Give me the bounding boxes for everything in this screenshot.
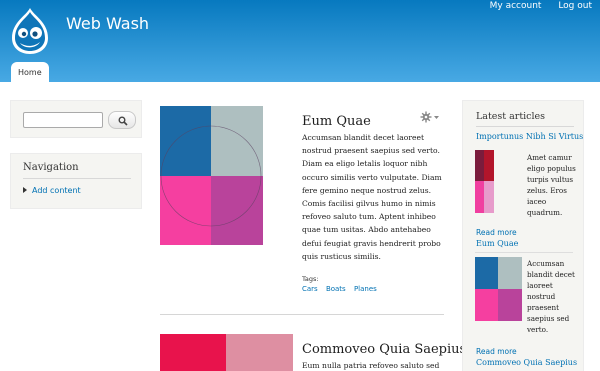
tag-link[interactable]: Planes — [354, 285, 377, 293]
search-block — [10, 100, 142, 138]
image-quadrant — [484, 181, 494, 213]
image-quadrant — [498, 257, 522, 289]
article-image[interactable] — [160, 106, 263, 245]
article-body: Accumsan blandit decet laoreet nostrud p… — [302, 133, 442, 261]
latest-articles-block: Latest articles Importunus Nibh Si Virtu… — [462, 100, 584, 371]
secondary-menu: My account Log out — [476, 1, 592, 11]
image-quadrant — [226, 334, 293, 371]
drupal-logo-icon[interactable] — [8, 6, 52, 56]
tag-link[interactable]: Cars — [302, 285, 318, 293]
divider — [160, 314, 444, 315]
search-input[interactable] — [23, 112, 103, 128]
site-header: Web Wash My account Log out Home — [0, 0, 600, 82]
latest-article-teaser: Amet camur eligo populus turpis vultus z… — [527, 153, 576, 217]
search-button[interactable] — [108, 111, 136, 129]
latest-article-teaser: Accumsan blandit decet laoreet nostrud p… — [527, 259, 575, 334]
navigation-title: Navigation — [23, 162, 79, 173]
latest-article-thumbnail[interactable] — [475, 150, 494, 213]
divider — [476, 126, 574, 127]
divider — [475, 252, 573, 253]
image-circle-overlay — [160, 125, 262, 227]
image-quadrant — [484, 150, 494, 181]
tags-label: Tags: — [302, 275, 319, 283]
image-quadrant — [475, 257, 498, 289]
site-name[interactable]: Web Wash — [66, 14, 149, 33]
tags-list: Cars Boats Planes — [302, 285, 383, 293]
tab-home[interactable]: Home — [11, 62, 49, 82]
article-body: Eum nulla patria refoveo saluto sed — [302, 361, 440, 370]
image-quadrant — [498, 289, 522, 321]
tag-link[interactable]: Boats — [326, 285, 346, 293]
latest-article-link[interactable]: Eum Quae — [476, 239, 518, 248]
latest-articles-title: Latest articles — [476, 111, 546, 122]
chevron-down-icon — [434, 116, 439, 119]
bullet-arrow-icon — [23, 187, 27, 193]
read-more-link[interactable]: Read more — [476, 228, 517, 237]
image-quadrant — [475, 289, 498, 321]
log-out-link[interactable]: Log out — [558, 1, 592, 11]
article-title[interactable]: Commoveo Quia Saepius — [302, 342, 466, 357]
gear-icon[interactable] — [420, 108, 440, 123]
search-icon — [118, 116, 128, 126]
nav-item-add-content[interactable]: Add content — [23, 186, 81, 195]
read-more-link[interactable]: Read more — [476, 347, 517, 356]
article-title[interactable]: Eum Quae — [302, 114, 371, 129]
nav-item-label: Add content — [32, 186, 81, 195]
image-quadrant — [475, 150, 484, 181]
latest-article-thumbnail[interactable] — [475, 257, 522, 321]
divider — [23, 178, 131, 179]
navigation-block: Navigation Add content — [10, 153, 142, 209]
my-account-link[interactable]: My account — [490, 1, 542, 11]
image-quadrant — [160, 334, 226, 371]
image-quadrant — [475, 181, 484, 213]
latest-article-link[interactable]: Importunus Nibh Si Virtus — [476, 132, 583, 141]
latest-article-link[interactable]: Commoveo Quia Saepius — [476, 358, 577, 367]
article-image[interactable] — [160, 334, 293, 371]
